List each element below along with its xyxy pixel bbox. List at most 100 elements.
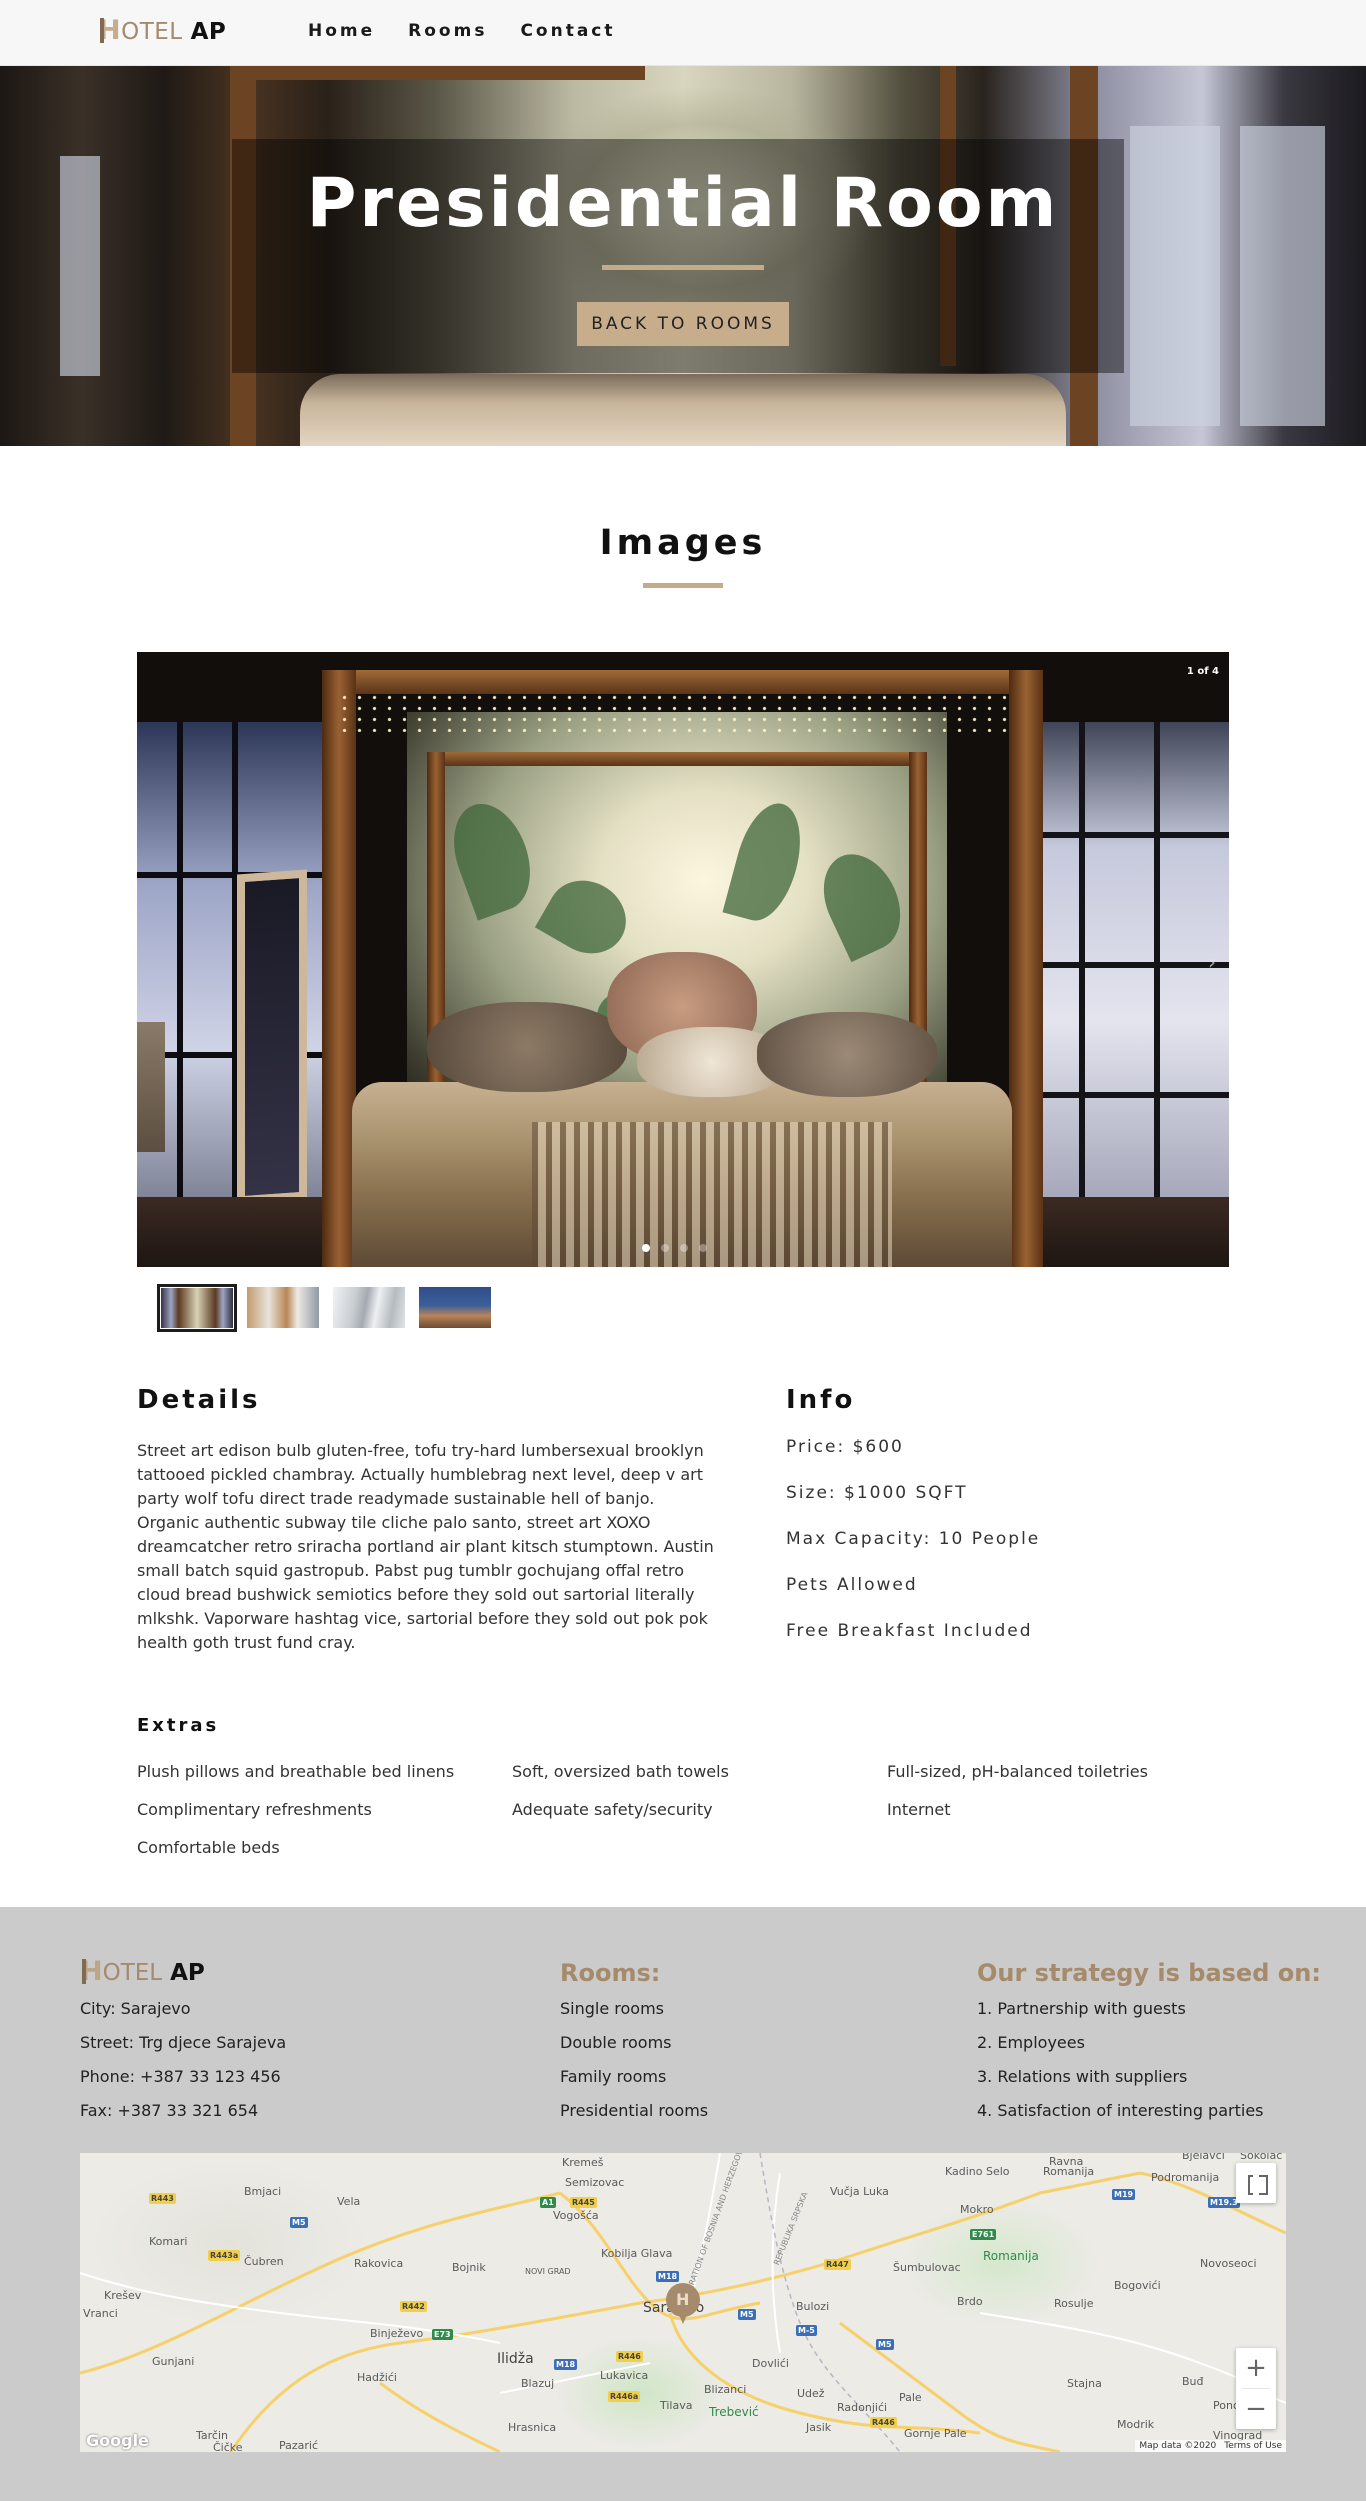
image-gallery[interactable]: 1 of 4 › [137,652,1229,1267]
map-place-label: Gornje Pale [904,2427,967,2440]
road-shield: M19 [1112,2189,1136,2200]
bed-post [1009,670,1043,1267]
hotel-map-marker[interactable]: H [666,2283,700,2327]
footer-phone: Phone: +387 33 123 456 [80,2067,281,2086]
bed-post [427,752,445,1132]
thumbnail-1[interactable] [157,1284,237,1332]
pillow [757,1012,937,1097]
extras-list: Plush pillows and breathable bed linens … [137,1762,1277,1858]
details-heading: Details [137,1385,261,1415]
map-place-label: Modrik [1117,2418,1155,2431]
footer-room-link[interactable]: Family rooms [560,2067,708,2101]
navbar: HOTEL AP Home Rooms Contact [0,0,1366,66]
road-shield: A1 [540,2197,556,2208]
extras-item: Comfortable beds [137,1838,280,1857]
map-place-label: Bjelavci [1182,2153,1225,2162]
map-place-label: Komari [149,2235,188,2248]
room-title: Presidential Room [306,164,1060,243]
thumbnail-4[interactable] [419,1287,491,1328]
zoom-out-button[interactable]: − [1236,2389,1276,2429]
gallery-next-arrow-icon[interactable]: › [1200,944,1224,980]
map-place-label: Čubren [244,2255,284,2268]
road-shield: M5 [290,2217,308,2228]
map-place-label: Romanija [1043,2165,1095,2178]
road-shield: R443a [208,2250,241,2261]
footer-city: City: Sarajevo [80,1999,191,2018]
road-shield: R446 [870,2417,897,2428]
road-shield: R446 [616,2351,643,2362]
road-shield: E761 [970,2229,997,2240]
hotel-logo[interactable]: HOTEL AP [98,15,226,46]
map-place-label: Kobilja Glava [601,2247,673,2260]
extras-heading: Extras [137,1715,220,1736]
map-place-label: Vogošća [553,2209,599,2222]
map-place-label: Kadino Selo [945,2165,1010,2178]
location-map[interactable]: Kremeš Semizovac Ravna Kadino Selo Roman… [80,2153,1286,2452]
zoom-in-button[interactable]: + [1236,2348,1276,2388]
window-mullion [1019,1092,1229,1098]
map-place-label: Blazuj [521,2377,555,2390]
thumbnail-2[interactable] [247,1287,319,1328]
map-place-label: Rosulje [1054,2297,1094,2310]
logo-ap: AP [190,19,227,45]
window-mullion [1019,832,1229,838]
gallery-counter: 1 of 4 [1186,666,1219,677]
info-list: Price: $600 Size: $1000 SQFT Max Capacit… [786,1437,1040,1667]
images-heading: Images [599,523,767,563]
window-mullion [177,722,183,1267]
gallery-dot[interactable] [680,1244,688,1252]
map-place-label: Pale [899,2391,922,2404]
gallery-mirror [237,869,307,1205]
gallery-dots [642,1244,707,1252]
nav-contact-link[interactable]: Contact [520,21,615,41]
map-place-label: Vranci [83,2307,118,2320]
map-place-label: Bojnik [452,2261,486,2274]
extras-item: Adequate safety/security [512,1800,713,1819]
bed-top-beam [322,670,1042,694]
map-place-label: Jasik [806,2421,832,2434]
map-place-label: Rakovica [354,2257,404,2270]
footer-strategy-title: Our strategy is based on: [977,1959,1321,1987]
map-place-label: Radonjići [837,2401,888,2414]
logo-otel: OTEL [121,19,183,45]
footer-strategy: 1. Partnership with guests 2. Employees … [977,1999,1264,2135]
footer-room-link[interactable]: Double rooms [560,2033,708,2067]
map-place-label: Šumbulovac [893,2261,961,2274]
map-place-label: Blizanci [704,2383,747,2396]
gallery-dot[interactable] [661,1244,669,1252]
map-place-label: Lukavica [600,2369,649,2382]
footer-room-link[interactable]: Single rooms [560,1999,708,2033]
footer-logo[interactable]: HOTEL AP [80,1956,205,1987]
map-place-label: Bmjaci [244,2185,282,2198]
road-shield: M18 [656,2271,680,2282]
fullscreen-icon[interactable] [1236,2163,1276,2203]
footer-fax: Fax: +387 33 321 654 [80,2101,259,2120]
map-place-label: Vela [337,2195,361,2208]
gallery-thumbnails [157,1284,505,1332]
images-underline [643,583,723,588]
hero-banner: Presidential Room BACK TO ROOMS [0,66,1366,446]
gallery-dot[interactable] [699,1244,707,1252]
bed-rear-beam [427,752,927,766]
terms-link[interactable]: Terms of Use [1224,2441,1282,2451]
footer-room-link[interactable]: Presidential rooms [560,2101,708,2135]
map-place-label: Dovlići [752,2357,789,2370]
road-shield: R447 [824,2259,851,2270]
map-place-label: Vučja Luka [830,2185,889,2198]
info-breakfast: Free Breakfast Included [786,1621,1033,1641]
map-place-label: Novoseoci [1200,2257,1257,2270]
thumbnail-3[interactable] [333,1287,405,1328]
nav-rooms-link[interactable]: Rooms [408,21,487,41]
title-underline [602,265,764,270]
map-place-label: Sokolac [1240,2153,1283,2162]
google-logo: Google [86,2431,149,2450]
gallery-dot[interactable] [642,1244,650,1252]
logo-h: H [80,1956,103,1987]
back-to-rooms-button[interactable]: BACK TO ROOMS [577,302,789,346]
map-place-label: Čičke [213,2441,243,2452]
road-shield: M5 [876,2339,894,2350]
map-place-label: Mokro [960,2203,994,2216]
map-data-text: Map data ©2020 [1139,2441,1217,2451]
nav-home-link[interactable]: Home [308,21,375,41]
extras-item: Full-sized, pH-balanced toiletries [887,1762,1148,1781]
